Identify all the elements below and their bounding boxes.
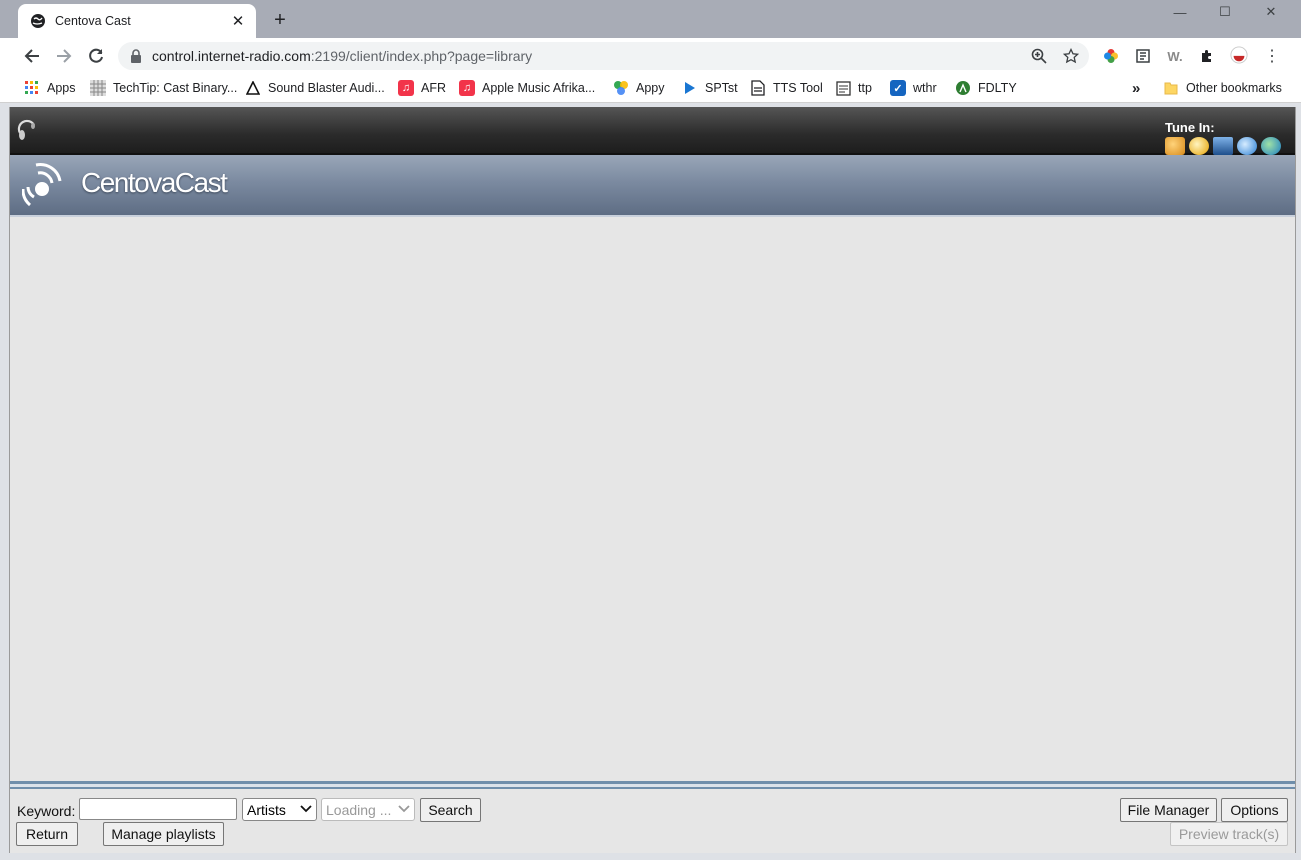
bookmark-wthr[interactable]: ✓ wthr: [890, 80, 937, 96]
preview-tracks-button[interactable]: Preview track(s): [1170, 822, 1288, 846]
bookmark-star-icon[interactable]: [1062, 47, 1080, 65]
url-text: control.internet-radio.com:2199/client/i…: [152, 48, 533, 64]
realplayer-icon[interactable]: [1213, 137, 1233, 155]
bookmarks-overflow-icon[interactable]: »: [1132, 80, 1140, 97]
ttp-icon: [835, 80, 851, 96]
appy-icon: [613, 80, 629, 96]
bookmark-label: AFR: [421, 81, 446, 95]
tab-centova-cast[interactable]: Centova Cast ✕: [18, 4, 256, 38]
tune-in-label: Tune In:: [1165, 120, 1215, 135]
search-type-value: Artists: [247, 801, 286, 818]
search-button[interactable]: Search: [420, 798, 481, 822]
bookmark-ttp[interactable]: ttp: [835, 80, 872, 96]
tab-title: Centova Cast: [55, 14, 131, 28]
loading-select[interactable]: Loading ...: [321, 798, 415, 821]
lock-icon: [131, 49, 141, 63]
bookmark-label: Sound Blaster Audi...: [268, 81, 385, 95]
file-manager-button[interactable]: File Manager: [1120, 798, 1217, 822]
bookmark-apple-music[interactable]: ♫ Apple Music Afrika...: [459, 80, 595, 96]
browser-toolbar: control.internet-radio.com:2199/client/i…: [0, 38, 1301, 74]
manage-playlists-button[interactable]: Manage playlists: [103, 822, 224, 846]
quicktime-icon[interactable]: [1237, 137, 1257, 155]
headphones-icon: [17, 119, 35, 140]
folder-icon: [1163, 80, 1179, 96]
keyword-label: Keyword:: [17, 803, 76, 819]
chevron-down-icon: [300, 802, 312, 817]
zoom-icon[interactable]: [1030, 47, 1048, 65]
apps-grid-icon: [24, 80, 40, 96]
centova-logo-text: CentovaCast: [81, 167, 228, 198]
windows-media-player-icon[interactable]: [1189, 137, 1209, 155]
bookmark-sptst[interactable]: SPTst: [682, 80, 738, 96]
other-bookmarks[interactable]: Other bookmarks: [1163, 80, 1282, 96]
bookmark-label: ttp: [858, 81, 872, 95]
music-note-icon: ♫: [459, 80, 475, 96]
centova-page: Tune In: CentovaCast Keyword: Artists Lo…: [9, 107, 1296, 853]
controls-divider: [10, 781, 1295, 789]
bookmark-label: FDLTY: [978, 81, 1017, 95]
new-tab-icon[interactable]: +: [269, 9, 291, 31]
techtip-icon: [90, 80, 106, 96]
bookmark-label: TTS Tool: [773, 81, 823, 95]
return-button[interactable]: Return: [16, 822, 78, 846]
music-note-icon: ♫: [398, 80, 414, 96]
options-button[interactable]: Options: [1221, 798, 1288, 822]
address-bar[interactable]: control.internet-radio.com:2199/client/i…: [118, 42, 1089, 70]
bookmark-techtip[interactable]: TechTip: Cast Binary...: [90, 80, 237, 96]
bookmark-label: wthr: [913, 81, 937, 95]
bookmark-fdlty[interactable]: FDLTY: [955, 80, 1017, 96]
app-topbar: Tune In:: [10, 107, 1295, 155]
centova-logo-icon: [22, 163, 62, 207]
back-icon[interactable]: [20, 44, 44, 68]
bookmarks-bar: Apps TechTip: Cast Binary... Sound Blast…: [0, 74, 1301, 103]
bookmark-label: SPTst: [705, 81, 738, 95]
puzzle-extensions-icon[interactable]: [1198, 47, 1216, 65]
bookmark-label: Apple Music Afrika...: [482, 81, 596, 95]
w-extension-icon[interactable]: W.: [1166, 47, 1184, 65]
weather-icon: ✓: [890, 80, 906, 96]
bookmark-tts-tool[interactable]: TTS Tool: [750, 80, 823, 96]
close-tab-icon[interactable]: ✕: [228, 11, 248, 31]
bookmark-label: Other bookmarks: [1186, 81, 1282, 95]
bookmark-label: Appy: [636, 81, 665, 95]
document-icon: [750, 80, 766, 96]
profile-avatar-icon[interactable]: [1230, 46, 1248, 64]
bookmark-apps[interactable]: Apps: [24, 80, 76, 96]
keyword-input[interactable]: [79, 798, 237, 820]
color-wheel-extension-icon[interactable]: [1102, 47, 1120, 65]
bookmark-appy[interactable]: Appy: [613, 80, 665, 96]
sound-blaster-icon: [245, 80, 261, 96]
play-triangle-icon: [682, 80, 698, 96]
tune-in-players: [1165, 137, 1281, 155]
app-banner: CentovaCast: [10, 155, 1295, 217]
search-type-select[interactable]: Artists: [242, 798, 317, 821]
menu-kebab-icon[interactable]: ⋮: [1263, 47, 1281, 65]
chevron-down-icon: [398, 802, 410, 817]
reader-extension-icon[interactable]: [1134, 47, 1152, 65]
fidelity-icon: [955, 80, 971, 96]
web-player-globe-icon[interactable]: [1261, 137, 1281, 155]
reload-icon[interactable]: [84, 44, 108, 68]
loading-value: Loading ...: [326, 801, 392, 818]
bookmark-label: TechTip: Cast Binary...: [113, 81, 238, 95]
bookmark-sound-blaster[interactable]: Sound Blaster Audi...: [245, 80, 385, 96]
browser-window: Centova Cast ✕ + — ☐ ✕ control.internet-…: [0, 0, 1301, 860]
forward-icon[interactable]: [52, 44, 76, 68]
close-window-icon[interactable]: ✕: [1248, 0, 1294, 24]
bookmark-afr[interactable]: ♫ AFR: [398, 80, 446, 96]
maximize-icon[interactable]: ☐: [1202, 0, 1248, 24]
tab-strip: Centova Cast ✕ + — ☐ ✕: [0, 0, 1301, 38]
minimize-icon[interactable]: —: [1157, 0, 1203, 24]
globe-icon: [31, 14, 45, 28]
bookmark-label: Apps: [47, 81, 76, 95]
winamp-icon[interactable]: [1165, 137, 1185, 155]
library-controls: Keyword: Artists Loading ... Search File…: [10, 791, 1295, 853]
